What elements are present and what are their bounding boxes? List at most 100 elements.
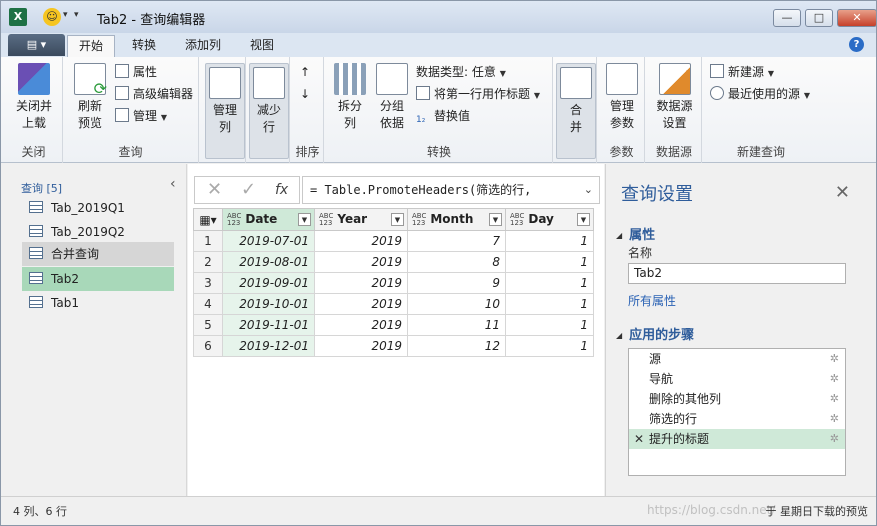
replace-values-button[interactable]: 1₂ 替换值 <box>416 107 470 125</box>
file-menu-button[interactable]: ▤ ▾ <box>8 34 65 56</box>
cell-date[interactable]: 2019-08-01 <box>222 251 315 273</box>
help-icon[interactable]: ? <box>849 37 864 52</box>
cell-year[interactable]: 2019 <box>314 251 408 273</box>
cell-year[interactable]: 2019 <box>314 230 408 252</box>
gear-icon[interactable]: ✲ <box>830 389 839 409</box>
delete-step-icon[interactable]: ✕ <box>634 429 644 449</box>
cell-year[interactable]: 2019 <box>314 293 408 315</box>
cell-day[interactable]: 1 <box>505 251 594 273</box>
properties-section-header[interactable]: ◢ 属性 <box>616 224 655 243</box>
use-first-row-as-headers-button[interactable]: 将第一行用作标题 ▼ <box>416 85 540 105</box>
gear-icon[interactable]: ✲ <box>830 429 839 449</box>
table-menu-icon[interactable]: ▦▾ <box>193 208 223 231</box>
advanced-editor-button[interactable]: 高级编辑器 <box>115 85 193 103</box>
cell-day[interactable]: 1 <box>505 314 594 336</box>
row-number[interactable]: 1 <box>193 230 223 252</box>
combine-button[interactable]: 合 并 <box>556 63 596 159</box>
cancel-formula-icon[interactable]: ✕ <box>207 179 222 200</box>
cell-year[interactable]: 2019 <box>314 314 408 336</box>
column-header-date[interactable]: ABC 123 Date ▼ <box>222 208 315 231</box>
query-item-merged[interactable]: 合并查询 <box>22 242 174 266</box>
fx-icon[interactable]: fx <box>275 182 288 198</box>
manage-columns-button[interactable]: 管理 列 <box>205 63 245 159</box>
cell-year[interactable]: 2019 <box>314 335 408 357</box>
group-by-button[interactable]: 分组 依据 <box>372 63 412 132</box>
commit-formula-icon[interactable]: ✓ <box>241 179 256 200</box>
cell-day[interactable]: 1 <box>505 272 594 294</box>
query-item-tab-2019q1[interactable]: Tab_2019Q1 <box>22 196 174 220</box>
applied-steps-section-header[interactable]: ◢ 应用的步骤 <box>616 324 694 343</box>
reduce-rows-button[interactable]: 减少 行 <box>249 63 289 159</box>
column-header-month[interactable]: ABC 123 Month ▼ <box>407 208 506 231</box>
cell-day[interactable]: 1 <box>505 335 594 357</box>
smiley-dropdown-icon[interactable]: ▾ <box>63 10 68 20</box>
cell-date[interactable]: 2019-10-01 <box>222 293 315 315</box>
properties-button[interactable]: 属性 <box>115 63 157 81</box>
manage-parameters-button[interactable]: 管理 参数 <box>601 63 643 132</box>
customize-quick-access-icon[interactable]: ▾ <box>74 10 79 20</box>
query-item-tab-2019q2[interactable]: Tab_2019Q2 <box>22 220 174 244</box>
cell-day[interactable]: 1 <box>505 293 594 315</box>
query-item-tab2[interactable]: Tab2 <box>22 267 174 291</box>
restore-button[interactable]: □ <box>805 9 833 27</box>
row-number[interactable]: 3 <box>193 272 223 294</box>
row-number[interactable]: 6 <box>193 335 223 357</box>
cell-day[interactable]: 1 <box>505 230 594 252</box>
query-settings-pane: 查询设置 ✕ ◢ 属性 名称 Tab2 所有属性 ◢ 应用的步骤 源 ✲ 导航 ✲ 删除… <box>605 164 876 496</box>
manage-button[interactable]: 管理 ▼ <box>115 107 167 127</box>
sort-ascending-icon[interactable]: ↑ <box>300 63 310 81</box>
close-icon[interactable]: ✕ <box>835 182 850 203</box>
step-removed-other-columns[interactable]: 删除的其他列 ✲ <box>629 389 845 409</box>
cell-month[interactable]: 10 <box>407 293 506 315</box>
sort-descending-icon[interactable]: ↓ <box>300 85 310 103</box>
gear-icon[interactable]: ✲ <box>830 409 839 429</box>
close-window-button[interactable]: ✕ <box>837 9 876 27</box>
cell-date[interactable]: 2019-11-01 <box>222 314 315 336</box>
data-source-settings-button[interactable]: 数据源 设置 <box>649 63 700 132</box>
tab-view[interactable]: 视图 <box>239 35 285 57</box>
step-promoted-headers[interactable]: ✕ 提升的标题 ✲ <box>629 429 845 449</box>
filter-dropdown-icon[interactable]: ▼ <box>577 213 590 226</box>
collapse-pane-icon[interactable]: ‹ <box>170 176 176 192</box>
refresh-preview-button[interactable]: ⟳ 刷新 预览 <box>67 63 113 132</box>
step-navigation[interactable]: 导航 ✲ <box>629 369 845 389</box>
split-column-button[interactable]: 拆分 列 <box>330 63 370 132</box>
filter-dropdown-icon[interactable]: ▼ <box>489 213 502 226</box>
cell-month[interactable]: 8 <box>407 251 506 273</box>
filter-dropdown-icon[interactable]: ▼ <box>391 213 404 226</box>
step-filtered-rows[interactable]: 筛选的行 ✲ <box>629 409 845 429</box>
smiley-icon[interactable]: ☺ <box>43 8 61 26</box>
step-source[interactable]: 源 ✲ <box>629 349 845 369</box>
excel-icon[interactable]: X <box>9 8 27 26</box>
cell-month[interactable]: 11 <box>407 314 506 336</box>
row-number[interactable]: 2 <box>193 251 223 273</box>
column-header-year[interactable]: ABC 123 Year ▼ <box>314 208 408 231</box>
row-number[interactable]: 4 <box>193 293 223 315</box>
recent-sources-button[interactable]: 最近使用的源 ▼ <box>710 85 810 105</box>
new-source-button[interactable]: 新建源 ▼ <box>710 63 774 83</box>
cell-date[interactable]: 2019-09-01 <box>222 272 315 294</box>
all-properties-link[interactable]: 所有属性 <box>628 292 676 309</box>
cell-month[interactable]: 7 <box>407 230 506 252</box>
filter-dropdown-icon[interactable]: ▼ <box>298 213 311 226</box>
query-name-input[interactable]: Tab2 <box>628 263 846 284</box>
cell-date[interactable]: 2019-07-01 <box>222 230 315 252</box>
close-and-load-button[interactable]: 关闭并 上载 <box>9 63 59 132</box>
formula-bar[interactable]: = Table.PromoteHeaders(筛选的行, ⌄ <box>302 176 600 204</box>
step-label: 源 <box>649 352 662 366</box>
minimize-button[interactable]: — <box>773 9 801 27</box>
gear-icon[interactable]: ✲ <box>830 369 839 389</box>
column-header-day[interactable]: ABC 123 Day ▼ <box>505 208 594 231</box>
tab-add-column[interactable]: 添加列 <box>173 35 233 57</box>
row-number[interactable]: 5 <box>193 314 223 336</box>
tab-transform[interactable]: 转换 <box>121 35 167 57</box>
gear-icon[interactable]: ✲ <box>830 349 839 369</box>
cell-date[interactable]: 2019-12-01 <box>222 335 315 357</box>
tab-home[interactable]: 开始 <box>67 35 115 57</box>
data-type-button[interactable]: 数据类型: 任意 ▼ <box>416 63 506 83</box>
cell-month[interactable]: 9 <box>407 272 506 294</box>
cell-year[interactable]: 2019 <box>314 272 408 294</box>
query-item-tab1[interactable]: Tab1 <box>22 291 174 315</box>
cell-month[interactable]: 12 <box>407 335 506 357</box>
expand-formula-icon[interactable]: ⌄ <box>584 177 593 203</box>
